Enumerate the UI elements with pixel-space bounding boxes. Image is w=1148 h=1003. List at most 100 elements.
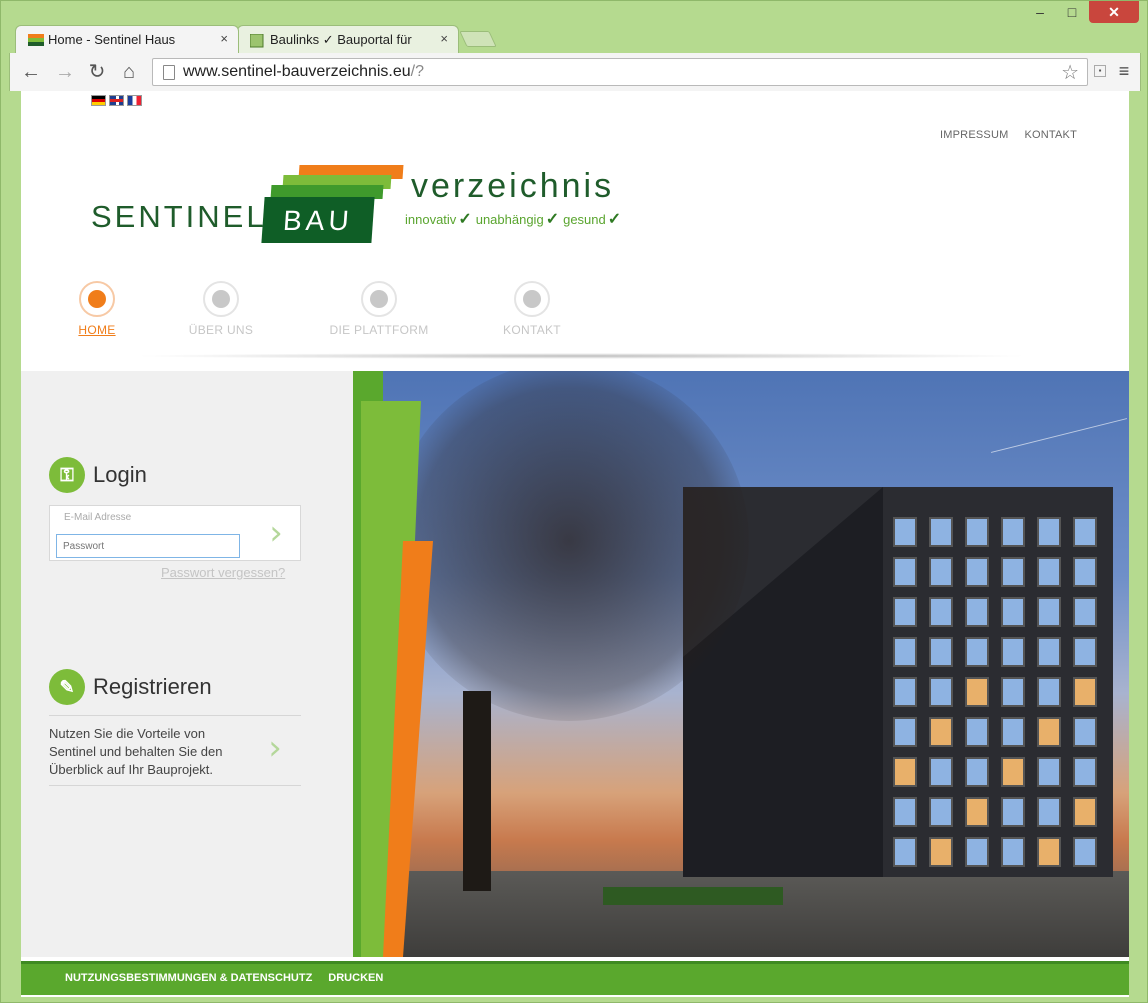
window-pane	[965, 797, 989, 827]
logo-bau: BAU	[261, 197, 375, 243]
register-text: Nutzen Sie die Vorteile von Sentinel und…	[49, 726, 223, 777]
nav-shadow	[131, 353, 1031, 359]
address-bar[interactable]: www.sentinel-bauverzeichnis.eu/? ☆	[152, 58, 1088, 86]
tree-trunk	[463, 691, 491, 891]
baulinks-favicon-icon	[249, 33, 266, 48]
window-pane	[1037, 677, 1061, 707]
forward-arrow-icon[interactable]: →	[52, 59, 78, 85]
password-field[interactable]	[56, 534, 240, 558]
window-pane	[965, 517, 989, 547]
login-submit-button[interactable]: ›	[254, 512, 298, 556]
lawn	[603, 887, 783, 905]
window-pane	[893, 797, 917, 827]
tab-strip: Home - Sentinel Haus × Baulinks ✓ Baupor…	[1, 1, 1148, 53]
window-pane	[929, 837, 953, 867]
menu-icon[interactable]: ≡	[1114, 61, 1134, 82]
register-button[interactable]: ›	[253, 727, 297, 771]
window-pane	[1001, 517, 1025, 547]
tab-close-icon[interactable]: ×	[440, 31, 448, 46]
user-icon	[203, 281, 239, 317]
footer-bar: NUTZUNGSBESTIMMUNGEN & DATENSCHUTZ DRUCK…	[21, 961, 1129, 995]
url-text: www.sentinel-bauverzeichnis.eu/?	[183, 63, 425, 80]
close-window-button[interactable]: ✕	[1089, 1, 1139, 23]
logo-sentinel: SENTINEL	[91, 199, 267, 234]
kontakt-link[interactable]: KONTAKT	[1024, 129, 1077, 141]
nav-label: DIE PLATTFORM	[329, 323, 429, 337]
nav-item-plattform[interactable]: DIE PLATTFORM	[321, 281, 437, 337]
nav-label: ÜBER UNS	[188, 323, 254, 337]
contrail	[990, 418, 1128, 453]
extension-icon[interactable]: ▪	[1094, 65, 1106, 77]
window-pane	[893, 717, 917, 747]
window-pane	[965, 557, 989, 587]
pencil-icon: ✎	[49, 669, 85, 705]
check-icon: ✓	[545, 211, 560, 228]
window-pane	[929, 757, 953, 787]
site-logo[interactable]: SENTINEL BAU verzeichnis innovativ ✓ unabh…	[91, 163, 651, 247]
home-icon	[79, 281, 115, 317]
tab-close-icon[interactable]: ×	[220, 31, 228, 46]
tab-title: Baulinks ✓ Bauportal für	[270, 32, 412, 47]
tab-home[interactable]: Home - Sentinel Haus ×	[15, 25, 239, 53]
sentinel-favicon-icon	[28, 34, 44, 46]
window-pane	[893, 677, 917, 707]
sidebar: ⚿ Login E-Mail Adresse › Passwort verges…	[21, 371, 353, 957]
window-pane	[893, 837, 917, 867]
divider	[49, 785, 301, 786]
logo-slogan: innovativ ✓ unabhängig ✓ gesund ✓	[405, 211, 622, 228]
logo-verzeichnis: verzeichnis	[411, 167, 615, 205]
window-pane	[965, 677, 989, 707]
platform-icon	[361, 281, 397, 317]
browser-window: Home - Sentinel Haus × Baulinks ✓ Baupor…	[0, 0, 1148, 1003]
german-flag-icon[interactable]	[91, 95, 106, 106]
print-link[interactable]: DRUCKEN	[328, 972, 383, 995]
minimize-button[interactable]: –	[1025, 1, 1055, 23]
window-pane	[1037, 517, 1061, 547]
window-pane	[1073, 837, 1097, 867]
page-icon	[163, 65, 175, 80]
french-flag-icon[interactable]	[127, 95, 142, 106]
main-nav: HOME ÜBER UNS DIE PLATTFORM KONTAKT	[21, 281, 1129, 361]
window-pane	[893, 517, 917, 547]
terms-link[interactable]: NUTZUNGSBESTIMMUNGEN & DATENSCHUTZ	[65, 972, 312, 995]
new-tab-button[interactable]	[459, 31, 497, 47]
email-field[interactable]: E-Mail Adresse	[64, 512, 131, 523]
forgot-password-link[interactable]: Passwort vergessen?	[161, 565, 285, 580]
maximize-button[interactable]: □	[1057, 1, 1087, 23]
nav-item-home[interactable]: HOME	[73, 281, 121, 337]
tab-baulinks[interactable]: Baulinks ✓ Bauportal für ×	[237, 25, 459, 53]
english-flag-icon[interactable]	[109, 95, 124, 106]
window-pane	[965, 837, 989, 867]
impressum-link[interactable]: IMPRESSUM	[940, 129, 1008, 141]
bookmark-star-icon[interactable]: ☆	[1061, 60, 1079, 85]
nav-label: KONTAKT	[503, 323, 561, 337]
window-pane	[929, 557, 953, 587]
top-links: IMPRESSUM KONTAKT	[940, 129, 1077, 141]
window-pane	[1073, 517, 1097, 547]
reload-icon[interactable]: ↻	[84, 59, 110, 85]
window-pane	[929, 797, 953, 827]
window-pane	[1073, 717, 1097, 747]
language-flags	[91, 95, 142, 106]
login-form: E-Mail Adresse ›	[49, 505, 301, 561]
web-page: IMPRESSUM KONTAKT SENTINEL BAU verzeichn…	[21, 91, 1129, 997]
window-pane	[965, 597, 989, 627]
window-pane	[929, 717, 953, 747]
back-arrow-icon[interactable]: ←	[18, 59, 44, 85]
nav-item-kontakt[interactable]: KONTAKT	[497, 281, 567, 337]
register-heading: ✎ Registrieren	[49, 669, 212, 705]
home-icon[interactable]: ⌂	[116, 59, 142, 85]
tree-crown	[389, 371, 749, 721]
window-pane	[1073, 797, 1097, 827]
key-icon: ⚿	[49, 457, 85, 493]
window-pane	[1073, 557, 1097, 587]
mail-icon	[514, 281, 550, 317]
window-pane	[929, 517, 953, 547]
window-pane	[1037, 597, 1061, 627]
window-pane	[893, 757, 917, 787]
nav-item-ueber-uns[interactable]: ÜBER UNS	[181, 281, 261, 337]
window-pane	[1001, 677, 1025, 707]
window-pane	[1073, 597, 1097, 627]
window-pane	[1037, 837, 1061, 867]
window-pane	[1001, 717, 1025, 747]
